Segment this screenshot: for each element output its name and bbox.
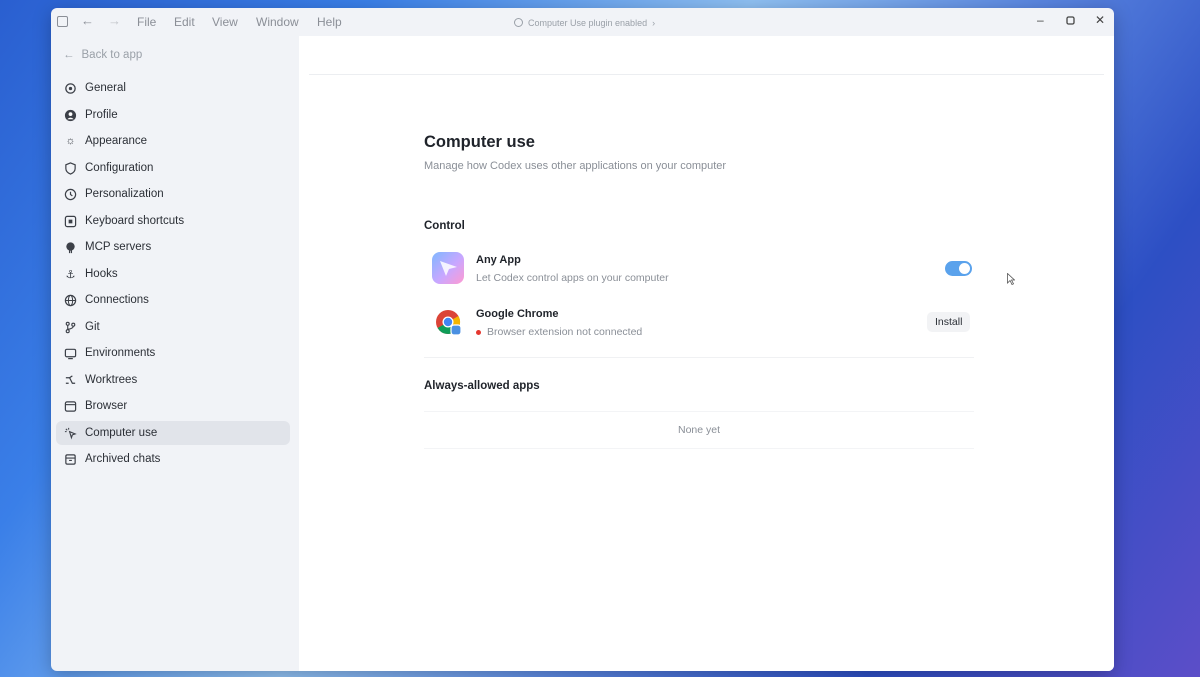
always-allowed-section-title: Always-allowed apps xyxy=(424,380,540,392)
menu-window[interactable]: Window xyxy=(256,15,299,29)
page-title: Computer use xyxy=(424,133,535,151)
sidebar-item-label: Computer use xyxy=(85,427,158,439)
profile-icon xyxy=(64,109,77,122)
any-app-toggle[interactable] xyxy=(945,261,972,276)
back-to-app-label: Back to app xyxy=(81,49,143,61)
arrow-left-icon: ← xyxy=(63,49,75,61)
chrome-icon xyxy=(434,308,462,336)
back-to-app-link[interactable]: ← Back to app xyxy=(63,49,142,61)
sidebar-item-label: Git xyxy=(85,321,100,333)
sidebar-item-label: Hooks xyxy=(85,268,118,280)
sidebar-item-mcp-servers[interactable]: MCP servers xyxy=(56,235,290,259)
always-allowed-empty-state: None yet xyxy=(424,411,974,449)
sidebar-item-label: Profile xyxy=(85,109,118,121)
page-subtitle: Manage how Codex uses other applications… xyxy=(424,160,727,172)
control-card: Any App Let Codex control apps on your c… xyxy=(424,250,974,358)
menu-view[interactable]: View xyxy=(212,15,238,29)
back-arrow-icon[interactable]: ← xyxy=(81,13,94,28)
sidebar-toggle-icon[interactable] xyxy=(57,16,68,27)
shield-icon xyxy=(64,161,77,175)
sidebar-item-worktrees[interactable]: Worktrees xyxy=(56,368,290,392)
mouse-cursor-icon xyxy=(1007,272,1016,286)
control-section-title: Control xyxy=(424,220,465,232)
sidebar-item-environments[interactable]: Environments xyxy=(56,341,290,365)
menu-file[interactable]: File xyxy=(137,15,156,29)
sidebar-item-configuration[interactable]: Configuration xyxy=(56,156,290,180)
forward-arrow-icon[interactable]: → xyxy=(108,13,121,28)
sidebar-item-appearance[interactable]: ☼ Appearance xyxy=(56,129,290,153)
sidebar-item-label: Configuration xyxy=(85,162,154,174)
mcp-icon xyxy=(64,241,77,254)
sidebar-item-archived-chats[interactable]: Archived chats xyxy=(56,447,290,471)
sidebar-item-label: Worktrees xyxy=(85,374,138,386)
globe-icon xyxy=(64,294,77,307)
gear-icon xyxy=(64,82,77,95)
sidebar-item-label: Connections xyxy=(85,294,149,306)
sidebar-item-browser[interactable]: Browser xyxy=(56,394,290,418)
any-app-icon xyxy=(432,252,464,284)
status-dot-icon xyxy=(476,329,481,335)
browser-icon xyxy=(64,400,77,413)
sidebar-item-personalization[interactable]: Personalization xyxy=(56,182,290,206)
keyboard-icon xyxy=(64,215,77,228)
sidebar-item-label: MCP servers xyxy=(85,241,152,253)
sidebar-item-label: Browser xyxy=(85,400,128,412)
any-app-row: Any App Let Codex control apps on your c… xyxy=(424,250,974,300)
monitor-icon xyxy=(64,347,77,360)
sidebar-item-hooks[interactable]: ⚓ Hooks xyxy=(56,262,290,286)
google-chrome-row: Google Chrome Browser extension not conn… xyxy=(424,304,974,354)
settings-content: Computer use Manage how Codex uses other… xyxy=(299,36,1114,671)
sidebar-item-label: Appearance xyxy=(85,135,148,147)
sidebar-item-label: General xyxy=(85,82,126,94)
computer-use-icon xyxy=(64,427,77,440)
app-window: ← → File Edit View Window Help Computer … xyxy=(51,8,1114,671)
sidebar-item-keyboard-shortcuts[interactable]: Keyboard shortcuts xyxy=(56,209,290,233)
any-app-description: Let Codex control apps on your computer xyxy=(476,272,669,284)
toggle-knob xyxy=(959,263,970,274)
chevron-right-icon: › xyxy=(652,17,656,28)
plugin-status-pill[interactable]: Computer Use plugin enabled › xyxy=(506,14,663,31)
sidebar-item-git[interactable]: Git xyxy=(56,315,290,339)
divider xyxy=(309,74,1104,75)
any-app-description-text: Let Codex control apps on your computer xyxy=(476,272,669,284)
sidebar-item-computer-use[interactable]: Computer use xyxy=(56,421,290,445)
google-chrome-status: Browser extension not connected xyxy=(476,326,642,338)
personalization-icon xyxy=(64,188,77,201)
sidebar-item-connections[interactable]: Connections xyxy=(56,288,290,312)
close-button[interactable]: ✕ xyxy=(1095,13,1105,27)
sidebar-item-label: Environments xyxy=(85,347,156,359)
minimize-button[interactable]: – xyxy=(1037,13,1044,27)
plugin-status-icon xyxy=(514,18,523,27)
menu-help[interactable]: Help xyxy=(317,15,342,29)
sun-icon: ☼ xyxy=(65,135,76,147)
empty-state-text: None yet xyxy=(677,424,721,436)
any-app-name: Any App xyxy=(476,254,521,266)
settings-sidebar: ← Back to app General Profile ☼ Appearan… xyxy=(51,36,298,671)
install-button[interactable]: Install xyxy=(927,312,971,332)
git-branch-icon xyxy=(64,321,77,334)
plugin-status-text: Computer Use plugin enabled xyxy=(528,17,648,28)
worktree-icon xyxy=(64,374,77,387)
title-bar: ← → File Edit View Window Help Computer … xyxy=(51,8,1114,36)
menu-edit[interactable]: Edit xyxy=(174,15,195,29)
google-chrome-status-text: Browser extension not connected xyxy=(487,326,643,338)
google-chrome-name: Google Chrome xyxy=(476,308,559,320)
sidebar-item-label: Archived chats xyxy=(85,453,161,465)
maximize-button[interactable] xyxy=(1066,14,1075,28)
anchor-icon: ⚓ xyxy=(65,268,76,281)
sidebar-item-profile[interactable]: Profile xyxy=(56,103,290,127)
sidebar-item-general[interactable]: General xyxy=(56,76,290,100)
sidebar-item-label: Keyboard shortcuts xyxy=(85,215,185,227)
archive-icon xyxy=(64,453,77,466)
sidebar-item-label: Personalization xyxy=(85,188,164,200)
